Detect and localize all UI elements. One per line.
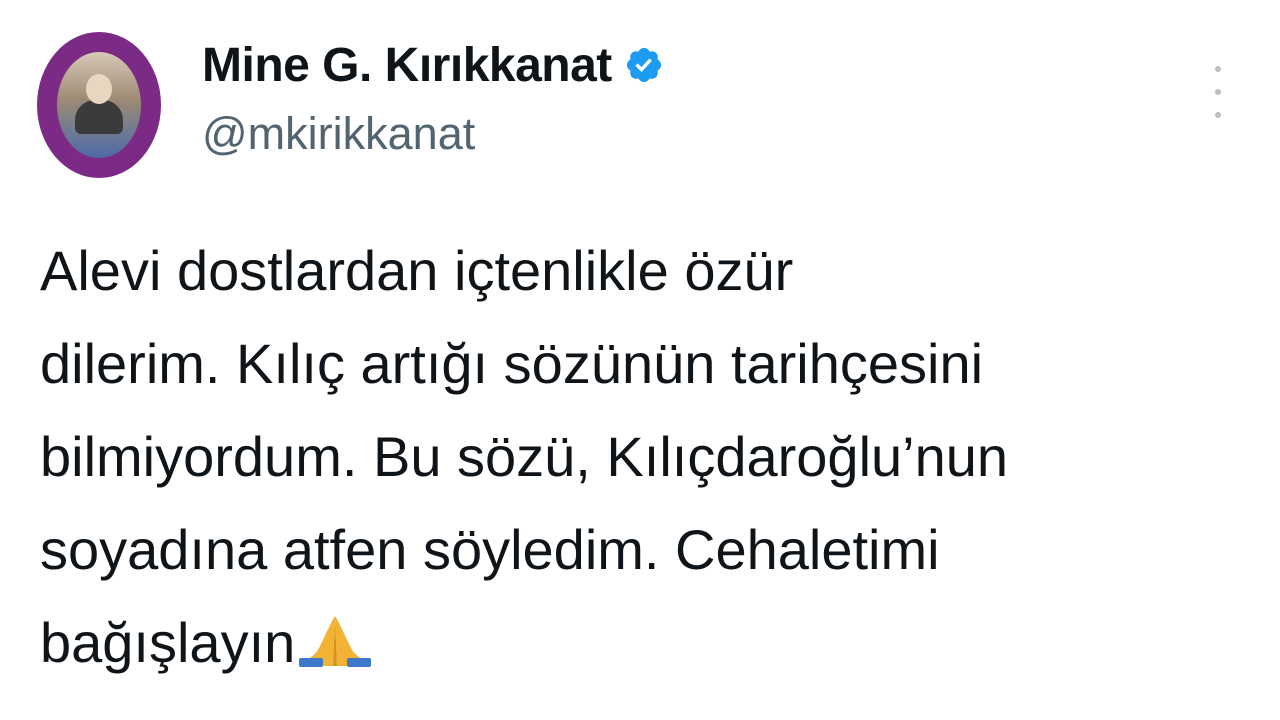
more-dot [1215, 112, 1221, 118]
tweet-text-line: soyadına atfen söyledim. Cehaletimi [40, 518, 940, 581]
tweet-text-line-last: bağışlayın [40, 596, 1240, 689]
avatar-figure-body [75, 100, 123, 134]
avatar[interactable] [37, 32, 161, 178]
more-dot [1215, 66, 1221, 72]
tweet-text-line: bilmiyordum. Bu sözü, Kılıçdaroğlu’nun [40, 425, 1009, 488]
tweet-text-line: dilerim. Kılıç artığı sözünün tarihçesin… [40, 332, 984, 395]
author-display-name[interactable]: Mine G. Kırıkkanat [202, 38, 612, 93]
tweet-text-line: Alevi dostlardan içtenlikle özür [40, 239, 794, 302]
author-name-row: Mine G. Kırıkkanat [202, 30, 664, 100]
tweet-text: Alevi dostlardan içtenlikle özür dilerim… [40, 224, 1240, 689]
avatar-photo [57, 52, 141, 158]
avatar-figure-head [86, 74, 112, 104]
more-vertical-icon[interactable] [1206, 66, 1230, 118]
tweet-text-line-text: bağışlayın [40, 611, 296, 674]
author-handle[interactable]: @mkirikkanat [202, 108, 475, 160]
verified-badge-icon [626, 47, 661, 83]
tweet-card: Mine G. Kırıkkanat @mkirikkanat Alevi do… [0, 0, 1280, 720]
more-dot [1215, 89, 1221, 95]
folded-hands-emoji [299, 616, 372, 667]
